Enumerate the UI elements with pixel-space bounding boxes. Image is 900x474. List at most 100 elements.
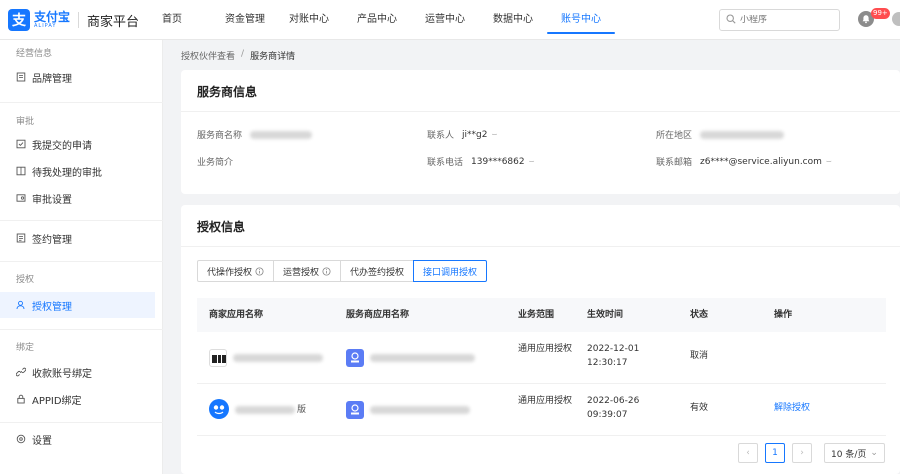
sidebar-item-approval-settings[interactable]: 审批设置	[0, 185, 155, 211]
top-bar: 支 支付宝 ALIPAY 商家平台 首页 资金管理 对账中心 产品中心 运营中心…	[0, 0, 900, 40]
next-page-button[interactable]: ›	[792, 443, 812, 463]
sidebar-item-label: 授权管理	[32, 301, 72, 313]
tab-operation-auth[interactable]: 代操作授权	[197, 260, 275, 282]
nav-funds[interactable]: 资金管理	[210, 0, 280, 40]
info-icon	[322, 266, 331, 276]
provider-app-name-redacted	[370, 354, 475, 362]
phone-label: 联系电话	[427, 158, 464, 168]
provider-name-label: 服务商名称	[197, 131, 243, 141]
contract-icon	[16, 233, 26, 243]
platform-name: 商家平台	[87, 14, 140, 30]
auth-table-header: 商家应用名称 服务商应用名称 业务范围 生效时间 状态 操作	[197, 298, 886, 332]
row-effective-date: 2022-06-26	[587, 396, 640, 406]
search-input[interactable]	[740, 15, 835, 25]
nav-products[interactable]: 产品中心	[347, 0, 407, 40]
breadcrumb-separator: /	[241, 49, 245, 59]
email-field: 联系邮箱 z6****@service.aliyun.com ⌣	[656, 155, 832, 169]
sidebar-item-label: 待我处理的审批	[32, 167, 102, 179]
contact-field: 联系人 ji**g2 ⌣	[427, 128, 497, 142]
email-value: z6****@service.aliyun.com	[700, 156, 822, 167]
alipay-logo-mark: 支	[8, 9, 30, 31]
sidebar-item-signing[interactable]: 签约管理	[0, 225, 155, 251]
nav-operations[interactable]: 运营中心	[415, 0, 475, 40]
col-effective-time: 生效时间	[587, 310, 624, 320]
document-icon	[16, 72, 26, 82]
phone-value: 139***6862	[471, 156, 525, 167]
col-provider-app: 服务商应用名称	[346, 310, 410, 320]
sidebar-divider	[0, 329, 163, 330]
provider-info-title: 服务商信息	[197, 85, 258, 99]
breadcrumb-parent[interactable]: 授权伙伴查看	[181, 49, 235, 62]
card-divider	[181, 111, 900, 112]
sidebar-item-pending-approvals[interactable]: 待我处理的审批	[0, 158, 155, 184]
intro-label: 业务简介	[197, 158, 234, 168]
row-status: 有效	[690, 403, 709, 413]
nav-reconciliation[interactable]: 对账中心	[279, 0, 339, 40]
eye-toggle-icon[interactable]: ⌣	[529, 157, 535, 167]
auth-tabs: 代操作授权 运营授权 代办签约授权 接口调用授权	[197, 260, 488, 282]
lock-icon	[16, 394, 26, 404]
revoke-auth-link[interactable]: 解除授权	[774, 401, 810, 415]
region-redacted	[700, 130, 785, 139]
prev-page-button[interactable]: ‹	[738, 443, 758, 463]
alipay-logo-text: 支付宝 ALIPAY	[34, 11, 70, 29]
sidebar-item-auth-mgmt[interactable]: 授权管理	[0, 292, 155, 318]
col-merchant-app: 商家应用名称	[209, 310, 264, 320]
logo-divider	[78, 12, 80, 28]
tab-signing-auth[interactable]: 代办签约授权	[340, 260, 415, 282]
provider-name-redacted	[250, 130, 313, 139]
auth-info-title: 授权信息	[197, 220, 246, 234]
email-label: 联系邮箱	[656, 158, 693, 168]
tab-label: 代办签约授权	[350, 267, 405, 278]
alipay-logo[interactable]: 支 支付宝 ALIPAY 商家平台	[8, 8, 139, 32]
sidebar-divider	[0, 261, 163, 262]
col-actions: 操作	[774, 310, 793, 320]
tab-marketing-auth[interactable]: 运营授权	[273, 260, 342, 282]
sidebar-item-settings[interactable]: 设置	[0, 426, 155, 452]
info-icon	[255, 266, 264, 276]
sidebar-divider	[0, 220, 163, 221]
notification-badge: 99+	[871, 8, 890, 19]
sidebar-item-label: 品牌管理	[32, 73, 72, 85]
logo-en: ALIPAY	[34, 23, 57, 29]
intro-field: 业务简介	[197, 155, 241, 168]
sidebar-item-payee-binding[interactable]: 收款账号绑定	[0, 359, 155, 385]
tab-api-auth[interactable]: 接口调用授权	[413, 260, 488, 282]
page-size-select[interactable]: 10 条/页 ⌄	[824, 443, 885, 463]
table-row: 通用应用授权 2022-12-01 12:30:17 取消	[197, 332, 886, 384]
row-effective-clock: 12:30:17	[587, 358, 628, 368]
merchant-app-name-redacted	[233, 354, 323, 362]
sidebar-item-label: 设置	[32, 435, 52, 447]
sidebar-divider	[0, 102, 163, 103]
contact-value: ji**g2	[462, 129, 488, 140]
breadcrumb: 授权伙伴查看 / 服务商详情	[181, 49, 295, 62]
nav-account[interactable]: 账号中心	[547, 0, 615, 40]
sidebar: 经营信息 品牌管理 审批 我提交的申请 待我处理的审批 审批设置 签约管理 授权…	[0, 40, 163, 474]
row-status: 取消	[690, 351, 709, 361]
merchant-app-name-suffix: 版	[297, 405, 307, 415]
user-icon	[16, 300, 26, 310]
logo-zh: 支付宝	[34, 10, 71, 24]
sidebar-item-appid-binding[interactable]: APPID绑定	[0, 386, 155, 412]
page-1-button[interactable]: 1	[765, 443, 785, 463]
link-icon	[16, 367, 26, 377]
eye-toggle-icon[interactable]: ⌣	[826, 157, 832, 167]
sidebar-item-label: 我提交的申请	[32, 140, 92, 152]
nav-data[interactable]: 数据中心	[483, 0, 543, 40]
sidebar-group-merchant-info: 经营信息	[16, 49, 53, 59]
card-divider	[181, 246, 900, 247]
nav-home[interactable]: 首页	[148, 0, 196, 40]
col-status: 状态	[690, 310, 709, 320]
sidebar-item-brand[interactable]: 品牌管理	[0, 64, 155, 90]
avatar[interactable]	[892, 12, 900, 26]
breadcrumb-current: 服务商详情	[250, 52, 296, 62]
eye-toggle-icon[interactable]: ⌣	[491, 130, 497, 140]
row-effective-date: 2022-12-01	[587, 344, 640, 354]
settings-card-icon	[16, 193, 26, 203]
search-box[interactable]	[719, 9, 840, 31]
sidebar-item-my-requests[interactable]: 我提交的申请	[0, 131, 155, 157]
chevron-down-icon: ⌄	[870, 448, 878, 458]
sidebar-item-label: APPID绑定	[32, 395, 82, 407]
search-icon	[726, 13, 736, 27]
provider-info-card: 服务商信息 服务商名称 联系人 ji**g2 ⌣ 所在地区 业务简介 联系电话 …	[181, 70, 900, 194]
